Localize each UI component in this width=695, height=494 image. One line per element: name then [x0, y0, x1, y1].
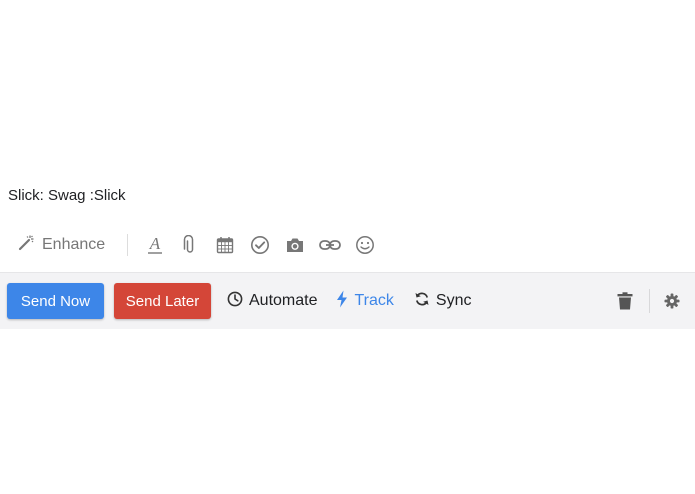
enhance-button[interactable]: Enhance — [17, 234, 105, 257]
trash-icon[interactable] — [615, 289, 635, 313]
camera-icon[interactable] — [282, 232, 308, 258]
attachment-icon[interactable] — [177, 232, 203, 258]
calendar-icon[interactable] — [212, 232, 238, 258]
send-now-button[interactable]: Send Now — [7, 283, 104, 319]
font-color-icon[interactable]: A — [142, 232, 168, 258]
track-button[interactable]: Track — [336, 290, 394, 313]
magic-wand-icon — [17, 234, 42, 257]
send-later-button[interactable]: Send Later — [114, 283, 211, 319]
compose-window: Slick: Swag :Slick Enhance A Send Now Se… — [0, 0, 695, 494]
sync-label: Sync — [435, 292, 472, 309]
link-icon[interactable] — [317, 232, 343, 258]
track-label: Track — [354, 292, 394, 309]
lightning-icon — [336, 290, 354, 313]
check-circle-icon[interactable] — [247, 232, 273, 258]
sync-icon — [414, 291, 436, 312]
sync-button[interactable]: Sync — [414, 291, 472, 312]
emoji-icon[interactable] — [352, 232, 378, 258]
toolbar-divider — [127, 234, 129, 256]
message-body[interactable]: Slick: Swag :Slick — [8, 186, 126, 206]
clock-icon — [227, 291, 249, 312]
enhance-label: Enhance — [42, 236, 106, 253]
action-bar: Send Now Send Later Automate Track Sync — [0, 272, 695, 329]
automate-button[interactable]: Automate — [227, 291, 317, 312]
gear-icon[interactable] — [662, 291, 682, 311]
automate-label: Automate — [249, 292, 318, 309]
svg-text:A: A — [149, 235, 161, 253]
format-toolbar: Enhance A — [0, 228, 695, 262]
action-divider — [649, 289, 650, 313]
